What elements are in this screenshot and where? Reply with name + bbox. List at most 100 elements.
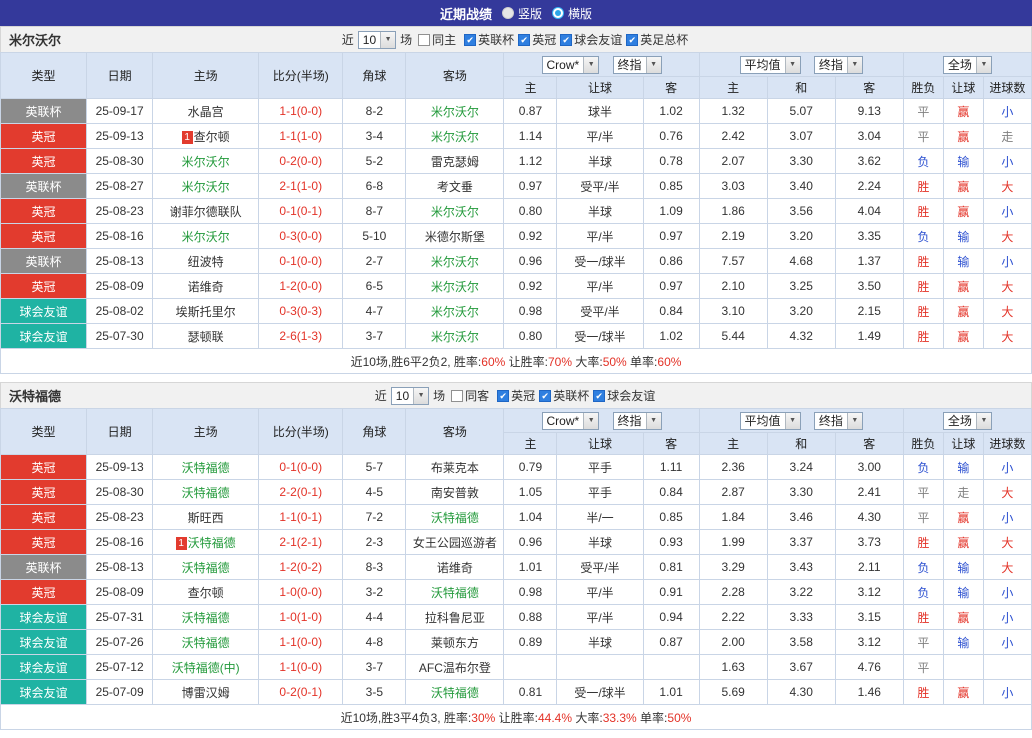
- vertical-layout-radio[interactable]: 竖版: [501, 5, 542, 22]
- euro-company-select[interactable]: 平均值 ▼: [739, 55, 801, 74]
- league-filter-checkbox[interactable]: 球会友谊: [593, 387, 655, 404]
- home-team: 谢菲尔德联队: [152, 198, 260, 224]
- league-filter-checkbox[interactable]: 英冠: [497, 387, 535, 404]
- away-team: 南安普敦: [405, 479, 505, 505]
- asia-company-select[interactable]: Crow* ▼: [541, 55, 600, 74]
- euro-draw-odds: 3.22: [766, 579, 836, 605]
- league-badge: 英冠: [0, 479, 88, 505]
- goals-outcome: 小: [982, 604, 1032, 630]
- checkbox-checked-icon: [497, 389, 510, 402]
- home-team: 1 查尔顿: [152, 123, 260, 149]
- match-date: 25-08-30: [86, 148, 154, 174]
- goals-outcome: 小: [982, 629, 1032, 655]
- league-filter-checkbox[interactable]: 英联杯: [464, 31, 514, 48]
- scope-select[interactable]: 全场 ▼: [942, 55, 992, 74]
- summary-rate-value: 60%: [481, 354, 506, 369]
- euro-stage-select[interactable]: 终指 ▼: [813, 55, 863, 74]
- asia-handicap: 受一/球半: [556, 679, 644, 705]
- corner-score: 8-7: [342, 198, 407, 224]
- euro-home-odds: 1.32: [698, 98, 768, 124]
- euro-home-odds: 3.29: [698, 554, 768, 580]
- euro-home-odds: 1.99: [698, 529, 768, 555]
- euro-home-odds: 7.57: [698, 248, 768, 274]
- matches-label: 场: [433, 389, 446, 403]
- match-date: 25-09-17: [86, 98, 154, 124]
- league-badge: 英联杯: [0, 173, 88, 199]
- radio-selected-icon: [552, 7, 564, 19]
- match-date: 25-08-16: [86, 529, 154, 555]
- asia-away-odds: 0.91: [642, 579, 700, 605]
- col-handicap-outcome: 让球: [942, 76, 984, 99]
- home-team: 沃特福德: [152, 454, 260, 480]
- match-row: 英冠 25-08-16 1 沃特福德 2-1(2-1) 2-3 女王公园巡游者 0.96 半球 0…: [0, 529, 1032, 555]
- col-league: 类型: [0, 52, 88, 99]
- match-row: 球会友谊 25-07-12 沃特福德(中) 1-1(0-0) 3-7 AFC温布尔登 1.6…: [0, 654, 1032, 680]
- league-filter-checkbox[interactable]: 英联杯: [539, 387, 589, 404]
- asia-stage-select[interactable]: 终指 ▼: [612, 55, 662, 74]
- team-filter-bar: 米尔沃尔 近 10▼ 场 同主 英联杯英冠球会友谊英足总杯: [0, 26, 1032, 52]
- col-handicap-outcome: 让球: [942, 432, 984, 455]
- vertical-layout-label: 竖版: [517, 6, 542, 21]
- asia-handicap: 平手: [556, 479, 644, 505]
- euro-draw-odds: 3.46: [766, 504, 836, 530]
- col-home: 主场: [152, 408, 260, 455]
- col-euro-draw: 和: [766, 432, 836, 455]
- home-team: 瑟顿联: [152, 323, 260, 349]
- chevron-down-icon: ▼: [645, 56, 661, 73]
- asia-odds-header: Crow* ▼ 终指 ▼: [503, 408, 700, 433]
- away-team: 拉科鲁尼亚: [405, 604, 505, 630]
- asia-company-select[interactable]: Crow* ▼: [541, 411, 600, 430]
- chevron-down-icon: ▼: [975, 412, 991, 429]
- away-team: 米尔沃尔: [405, 123, 505, 149]
- chevron-down-icon: ▼: [846, 56, 862, 73]
- horizontal-layout-radio[interactable]: 横版: [552, 5, 592, 22]
- scope-select[interactable]: 全场 ▼: [942, 411, 992, 430]
- asia-away-odds: 0.87: [642, 629, 700, 655]
- near-label: 近: [374, 389, 387, 403]
- home-team: 1 沃特福德: [152, 529, 260, 555]
- asia-home-odds: 1.01: [503, 554, 558, 580]
- match-date: 25-08-16: [86, 223, 154, 249]
- euro-away-odds: 9.13: [834, 98, 904, 124]
- league-badge: 英冠: [0, 148, 88, 174]
- home-team: 米尔沃尔: [152, 173, 260, 199]
- asia-away-odds: 0.86: [642, 248, 700, 274]
- matches-table: 类型 日期 主场 比分(半场) 角球 客场 Crow* ▼ 终指 ▼ 平均值 ▼ 终指…: [0, 408, 1032, 730]
- asia-home-odds: 0.79: [503, 454, 558, 480]
- euro-company-select[interactable]: 平均值 ▼: [739, 411, 801, 430]
- handicap-outcome: 输: [942, 454, 984, 480]
- asia-handicap: 半球: [556, 529, 644, 555]
- same-venue-checkbox[interactable]: 同主: [418, 31, 456, 48]
- euro-home-odds: 2.22: [698, 604, 768, 630]
- league-filter-checkbox[interactable]: 英足总杯: [626, 31, 688, 48]
- league-filter-checkbox[interactable]: 英冠: [518, 31, 556, 48]
- red-card-badge: 1: [175, 536, 187, 550]
- same-venue-checkbox[interactable]: 同客: [451, 387, 489, 404]
- handicap-outcome: 输: [942, 629, 984, 655]
- euro-draw-odds: 3.58: [766, 629, 836, 655]
- euro-away-odds: 1.37: [834, 248, 904, 274]
- asia-handicap: 半球: [556, 148, 644, 174]
- handicap-outcome: 赢: [942, 98, 984, 124]
- match-count-select[interactable]: 10 ▼: [357, 30, 397, 49]
- col-asia-home: 主: [503, 76, 558, 99]
- league-badge: 英冠: [0, 454, 88, 480]
- asia-stage-select[interactable]: 终指 ▼: [612, 411, 662, 430]
- asia-away-odds: 1.01: [642, 679, 700, 705]
- league-filter-checkbox[interactable]: 球会友谊: [560, 31, 622, 48]
- goals-outcome: 大: [982, 554, 1032, 580]
- match-date: 25-07-26: [86, 629, 154, 655]
- euro-away-odds: 4.04: [834, 198, 904, 224]
- away-team: 米尔沃尔: [405, 273, 505, 299]
- euro-away-odds: 3.04: [834, 123, 904, 149]
- match-outcome: 胜: [902, 298, 944, 324]
- euro-stage-select[interactable]: 终指 ▼: [813, 411, 863, 430]
- match-count-select[interactable]: 10 ▼: [390, 386, 430, 405]
- checkbox-checked-icon: [560, 33, 573, 46]
- match-score: 0-2(0-1): [258, 679, 344, 705]
- summary-rate-value: 50%: [602, 354, 627, 369]
- handicap-outcome: 赢: [942, 604, 984, 630]
- match-date: 25-08-09: [86, 579, 154, 605]
- match-score: 1-1(0-1): [258, 504, 344, 530]
- euro-draw-odds: 4.68: [766, 248, 836, 274]
